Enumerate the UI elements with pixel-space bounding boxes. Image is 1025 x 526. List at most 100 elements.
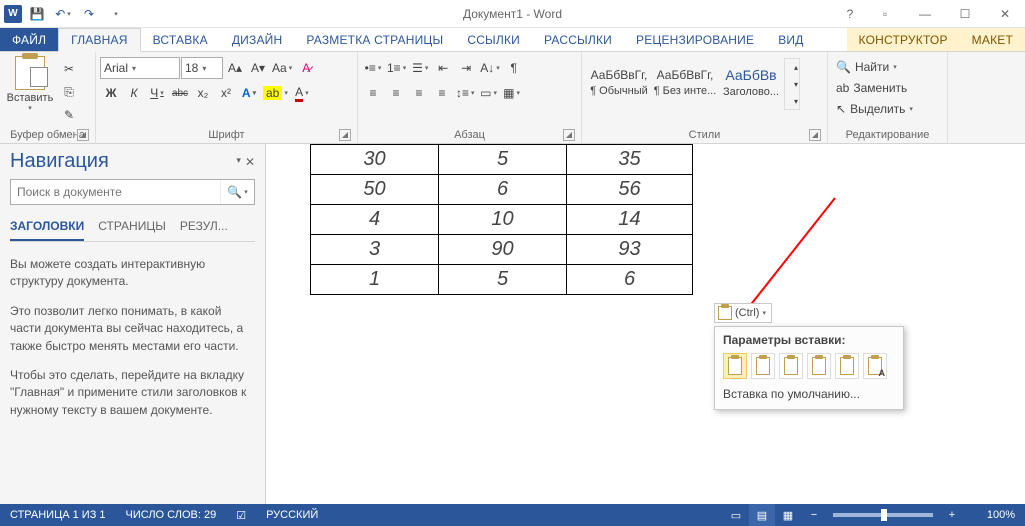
status-language[interactable]: РУССКИЙ — [256, 509, 328, 521]
status-words[interactable]: ЧИСЛО СЛОВ: 29 — [116, 509, 227, 521]
shading-button[interactable]: ▭ — [478, 82, 500, 104]
maximize-button[interactable]: ☐ — [945, 0, 985, 28]
align-right-button[interactable]: ≡ — [408, 82, 430, 104]
italic-button[interactable]: К — [123, 82, 145, 104]
tab-table-design[interactable]: КОНСТРУКТОР — [847, 28, 960, 51]
nav-tab-headings[interactable]: ЗАГОЛОВКИ — [10, 215, 84, 241]
zoom-out-button[interactable]: − — [801, 504, 827, 526]
paste-option-text-only[interactable]: A — [863, 353, 887, 379]
table-row[interactable]: 30535 — [311, 145, 693, 175]
clear-formatting-button[interactable]: A̷ — [295, 57, 317, 79]
cut-button[interactable]: ✂ — [58, 58, 80, 80]
replace-button[interactable]: abЗаменить — [832, 78, 911, 98]
redo-button[interactable]: ↷ — [78, 3, 100, 25]
view-read-mode[interactable]: ▭ — [723, 504, 749, 526]
undo-button[interactable]: ↶ — [52, 3, 74, 25]
tab-mailings[interactable]: РАССЫЛКИ — [532, 28, 624, 51]
status-proofing[interactable]: ☑ — [226, 509, 256, 522]
paste-option-keep-source[interactable] — [723, 353, 747, 379]
copy-button[interactable]: ⎘ — [58, 81, 80, 103]
font-launcher[interactable]: ◢ — [339, 129, 351, 141]
strikethrough-button[interactable]: abc — [169, 82, 191, 104]
styles-launcher[interactable]: ◢ — [809, 129, 821, 141]
table-row[interactable]: 41014 — [311, 205, 693, 235]
borders-button[interactable]: ▦ — [501, 82, 523, 104]
multilevel-button[interactable]: ☰ — [409, 57, 431, 79]
bullets-button[interactable]: •≡ — [362, 57, 384, 79]
document-table[interactable]: 30535 50656 41014 39093 156 — [310, 144, 693, 295]
tab-table-layout[interactable]: МАКЕТ — [960, 28, 1025, 51]
decrease-indent-button[interactable]: ⇤ — [432, 57, 454, 79]
paste-option-link[interactable] — [779, 353, 803, 379]
underline-button[interactable]: Ч — [146, 82, 168, 104]
zoom-slider[interactable] — [833, 513, 933, 517]
search-input[interactable] — [11, 185, 220, 199]
tab-design[interactable]: ДИЗАЙН — [220, 28, 295, 51]
tab-view[interactable]: ВИД — [766, 28, 815, 51]
align-left-button[interactable]: ≡ — [362, 82, 384, 104]
numbering-button[interactable]: 1≡ — [385, 57, 408, 79]
help-button[interactable]: ? — [835, 0, 865, 28]
clipboard-launcher[interactable]: ◢ — [77, 129, 89, 141]
shrink-font-button[interactable]: A▾ — [247, 57, 269, 79]
format-painter-button[interactable]: ✎ — [58, 104, 80, 126]
status-page[interactable]: СТРАНИЦА 1 ИЗ 1 — [0, 509, 116, 521]
style-normal[interactable]: АаБбВвГг, ¶ Обычный — [586, 56, 652, 108]
styles-up-button[interactable]: ▴ — [785, 59, 807, 75]
paste-option-picture[interactable] — [835, 353, 859, 379]
table-row[interactable]: 50656 — [311, 175, 693, 205]
minimize-button[interactable]: — — [905, 0, 945, 28]
justify-button[interactable]: ≡ — [431, 82, 453, 104]
highlight-button[interactable]: ab — [261, 82, 290, 104]
line-spacing-button[interactable]: ↕≡ — [454, 82, 477, 104]
tab-file[interactable]: ФАЙЛ — [0, 28, 58, 51]
navigation-close-button[interactable]: ✕ — [245, 155, 255, 169]
tab-page-layout[interactable]: РАЗМЕТКА СТРАНИЦЫ — [294, 28, 455, 51]
font-size-combo[interactable]: 18▾ — [181, 57, 223, 79]
save-button[interactable]: 💾 — [26, 3, 48, 25]
styles-down-button[interactable]: ▾ — [785, 76, 807, 92]
bold-button[interactable]: Ж — [100, 82, 122, 104]
nav-text-3: Чтобы это сделать, перейдите на вкладку … — [10, 367, 255, 419]
text-effects-button[interactable]: A — [238, 82, 260, 104]
tab-insert[interactable]: ВСТАВКА — [141, 28, 220, 51]
paragraph-launcher[interactable]: ◢ — [563, 129, 575, 141]
style-no-spacing[interactable]: АаБбВвГг, ¶ Без инте... — [652, 56, 718, 108]
tab-references[interactable]: ССЫЛКИ — [455, 28, 532, 51]
grow-font-button[interactable]: A▴ — [224, 57, 246, 79]
font-name-combo[interactable]: Arial▾ — [100, 57, 180, 79]
document-area[interactable]: 30535 50656 41014 39093 156 (Ctrl) ▾ Пар… — [266, 144, 1025, 504]
style-heading1[interactable]: АаБбВв Заголово... — [718, 56, 784, 108]
paste-button[interactable]: Вставить ▾ — [4, 54, 56, 112]
styles-more-button[interactable]: ▾ — [785, 93, 807, 109]
zoom-level[interactable]: 100% — [965, 509, 1025, 521]
superscript-button[interactable]: x² — [215, 82, 237, 104]
tab-home[interactable]: ГЛАВНАЯ — [58, 28, 140, 52]
view-print-layout[interactable]: ▤ — [749, 504, 775, 526]
nav-tab-results[interactable]: РЕЗУЛ... — [180, 215, 228, 241]
paste-default-link[interactable]: Вставка по умолчанию... — [723, 387, 895, 401]
subscript-button[interactable]: x₂ — [192, 82, 214, 104]
zoom-in-button[interactable]: + — [939, 504, 965, 526]
customize-qat-button[interactable] — [104, 3, 126, 25]
table-row[interactable]: 156 — [311, 265, 693, 295]
nav-tab-pages[interactable]: СТРАНИЦЫ — [98, 215, 166, 241]
change-case-button[interactable]: Aa — [270, 57, 294, 79]
close-button[interactable]: ✕ — [985, 0, 1025, 28]
paste-option-dest-style[interactable] — [807, 353, 831, 379]
table-row[interactable]: 39093 — [311, 235, 693, 265]
find-button[interactable]: 🔍Найти▾ — [832, 57, 901, 77]
paste-options-smart-tag[interactable]: (Ctrl) ▾ — [714, 303, 772, 323]
select-button[interactable]: ↖Выделить▾ — [832, 99, 917, 119]
increase-indent-button[interactable]: ⇥ — [455, 57, 477, 79]
sort-button[interactable]: A↓ — [478, 57, 502, 79]
search-button[interactable]: 🔍▾ — [220, 180, 254, 204]
ribbon-display-button[interactable]: ▫ — [865, 0, 905, 28]
tab-review[interactable]: РЕЦЕНЗИРОВАНИЕ — [624, 28, 766, 51]
align-center-button[interactable]: ≡ — [385, 82, 407, 104]
paste-option-merge[interactable] — [751, 353, 775, 379]
navigation-menu-button[interactable]: ▾ — [236, 155, 241, 169]
view-web-layout[interactable]: ▦ — [775, 504, 801, 526]
show-marks-button[interactable]: ¶ — [503, 57, 525, 79]
font-color-button[interactable]: A — [291, 82, 313, 104]
